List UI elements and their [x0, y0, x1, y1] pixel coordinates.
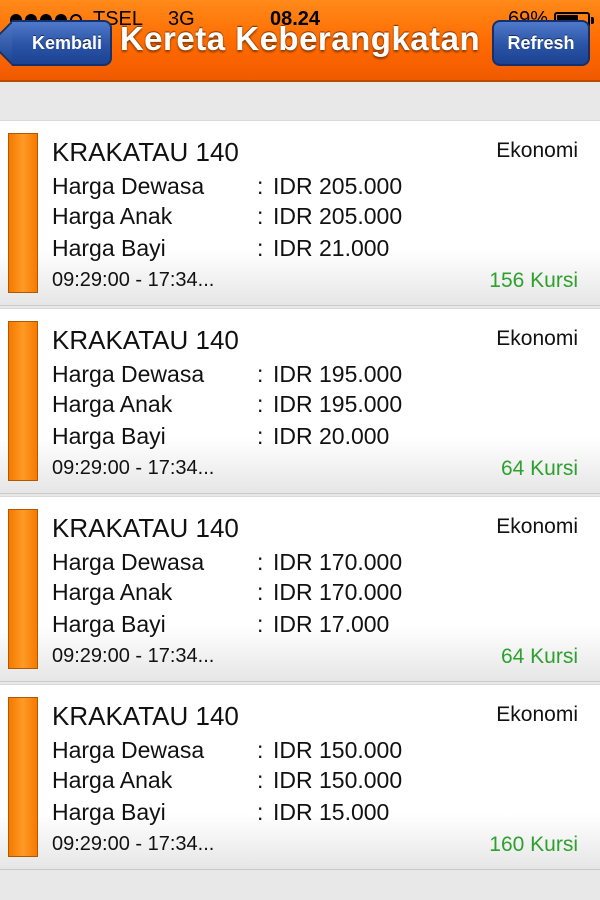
- adult-price-label: Harga Dewasa: [52, 361, 205, 387]
- train-card[interactable]: KRAKATAU 140 Ekonomi Harga Dewasa : IDR …: [0, 120, 600, 306]
- infant-price-label: Harga Bayi: [52, 611, 166, 637]
- infant-price-row: Harga Bayi : IDR 17.000: [52, 611, 389, 638]
- child-price-label: Harga Anak: [52, 203, 173, 229]
- adult-price-value: IDR 195.000: [273, 361, 403, 387]
- adult-price-label: Harga Dewasa: [52, 549, 205, 575]
- child-price-row: Harga Anak : IDR 195.000: [52, 391, 402, 418]
- train-class: Ekonomi: [496, 139, 578, 162]
- child-price-value: IDR 150.000: [273, 767, 403, 793]
- infant-price-value: IDR 15.000: [273, 799, 390, 825]
- child-price-row: Harga Anak : IDR 205.000: [52, 203, 402, 230]
- price-separator: :: [257, 549, 264, 575]
- adult-price-row: Harga Dewasa : IDR 150.000: [52, 737, 402, 764]
- accent-bar: [8, 509, 38, 669]
- train-name: KRAKATAU 140: [52, 325, 239, 355]
- train-name: KRAKATAU 140: [52, 513, 239, 543]
- price-separator: :: [257, 361, 264, 387]
- adult-price-row: Harga Dewasa : IDR 170.000: [52, 549, 402, 576]
- train-list: KRAKATAU 140 Ekonomi Harga Dewasa : IDR …: [0, 82, 600, 872]
- departure-arrival-time: 09:29:00 - 17:34...: [52, 833, 215, 855]
- adult-price-row: Harga Dewasa : IDR 195.000: [52, 361, 402, 388]
- departure-arrival-time: 09:29:00 - 17:34...: [52, 457, 215, 479]
- price-separator: :: [257, 799, 264, 825]
- train-card[interactable]: KRAKATAU 140 Ekonomi Harga Dewasa : IDR …: [0, 496, 600, 682]
- infant-price-label: Harga Bayi: [52, 423, 166, 449]
- train-class: Ekonomi: [496, 703, 578, 726]
- adult-price-value: IDR 150.000: [273, 737, 403, 763]
- adult-price-value: IDR 205.000: [273, 173, 403, 199]
- price-separator: :: [257, 203, 264, 229]
- price-separator: :: [257, 391, 264, 417]
- price-separator: :: [257, 579, 264, 605]
- adult-price-value: IDR 170.000: [273, 549, 403, 575]
- departure-arrival-time: 09:29:00 - 17:34...: [52, 269, 215, 291]
- departure-arrival-time: 09:29:00 - 17:34...: [52, 645, 215, 667]
- infant-price-value: IDR 20.000: [273, 423, 390, 449]
- child-price-row: Harga Anak : IDR 170.000: [52, 579, 402, 606]
- child-price-value: IDR 170.000: [273, 579, 403, 605]
- back-button[interactable]: Kembali: [12, 20, 112, 66]
- child-price-label: Harga Anak: [52, 579, 173, 605]
- train-name: KRAKATAU 140: [52, 701, 239, 731]
- adult-price-label: Harga Dewasa: [52, 737, 205, 763]
- available-seats: 156 Kursi: [489, 269, 578, 292]
- price-separator: :: [257, 423, 264, 449]
- price-separator: :: [257, 235, 264, 261]
- train-card[interactable]: KRAKATAU 140 Ekonomi Harga Dewasa : IDR …: [0, 308, 600, 494]
- list-header-spacer: [0, 82, 600, 120]
- child-price-label: Harga Anak: [52, 391, 173, 417]
- back-button-wrap: Kembali: [0, 0, 120, 82]
- infant-price-label: Harga Bayi: [52, 799, 166, 825]
- train-name: KRAKATAU 140: [52, 137, 239, 167]
- child-price-row: Harga Anak : IDR 150.000: [52, 767, 402, 794]
- train-class: Ekonomi: [496, 515, 578, 538]
- refresh-button[interactable]: Refresh: [492, 20, 590, 66]
- infant-price-label: Harga Bayi: [52, 235, 166, 261]
- available-seats: 64 Kursi: [500, 645, 578, 668]
- train-card[interactable]: KRAKATAU 140 Ekonomi Harga Dewasa : IDR …: [0, 684, 600, 870]
- price-separator: :: [257, 611, 264, 637]
- price-separator: :: [257, 173, 264, 199]
- price-separator: :: [257, 767, 264, 793]
- infant-price-value: IDR 17.000: [273, 611, 390, 637]
- adult-price-row: Harga Dewasa : IDR 205.000: [52, 173, 402, 200]
- child-price-value: IDR 195.000: [273, 391, 403, 417]
- child-price-value: IDR 205.000: [273, 203, 403, 229]
- accent-bar: [8, 321, 38, 481]
- train-class: Ekonomi: [496, 327, 578, 350]
- available-seats: 64 Kursi: [500, 457, 578, 480]
- infant-price-value: IDR 21.000: [273, 235, 390, 261]
- navigation-bar: TSEL 3G 08.24 69% Kereta Keberangkatan K…: [0, 0, 600, 82]
- accent-bar: [8, 133, 38, 293]
- infant-price-row: Harga Bayi : IDR 15.000: [52, 799, 389, 826]
- available-seats: 160 Kursi: [489, 833, 578, 856]
- infant-price-row: Harga Bayi : IDR 20.000: [52, 423, 389, 450]
- accent-bar: [8, 697, 38, 857]
- adult-price-label: Harga Dewasa: [52, 173, 205, 199]
- infant-price-row: Harga Bayi : IDR 21.000: [52, 235, 389, 262]
- child-price-label: Harga Anak: [52, 767, 173, 793]
- price-separator: :: [257, 737, 264, 763]
